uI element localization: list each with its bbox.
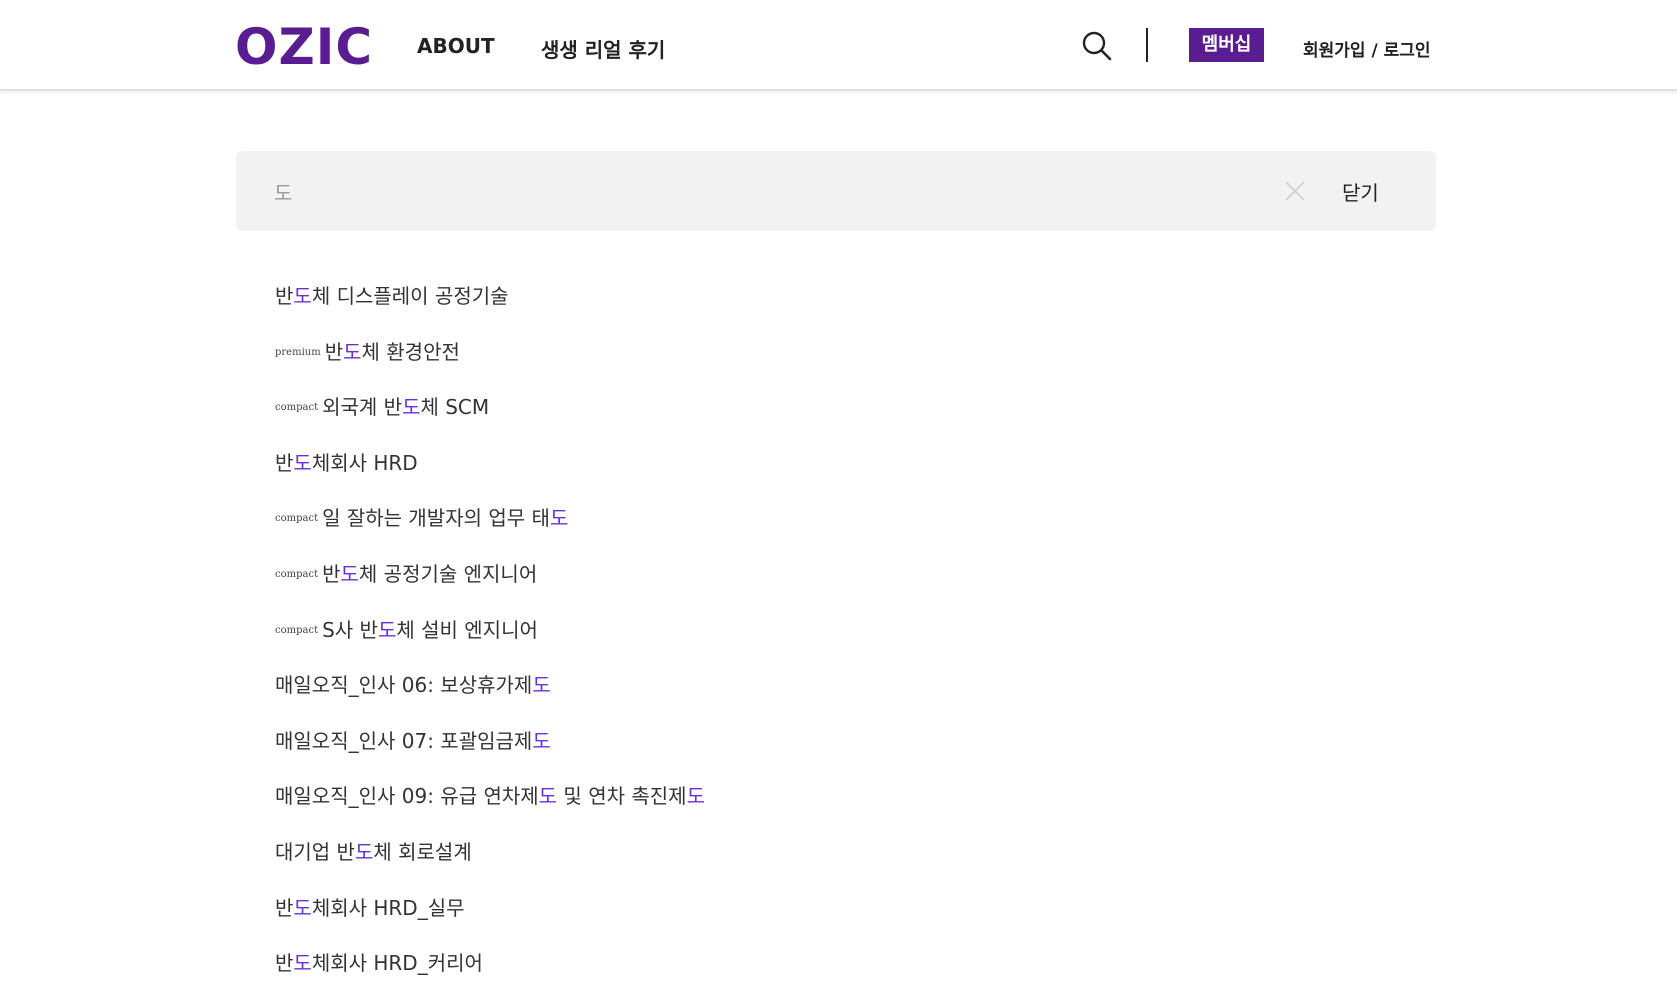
result-text: 반 — [275, 895, 294, 920]
result-highlight: 도 — [354, 839, 374, 864]
result-text: S사 반 — [322, 617, 378, 642]
search-result-item[interactable]: 매일오직_인사 06: 보상휴가제도 — [275, 667, 705, 723]
result-highlight: 도 — [538, 784, 558, 809]
search-result-item[interactable]: 대기업 반도체 회로설계 — [275, 834, 705, 890]
search-result-item[interactable]: compact 일 잘하는 개발자의 업무 태도 — [275, 500, 705, 556]
result-tag: premium — [275, 346, 321, 358]
search-result-item[interactable]: compact S사 반도체 설비 엔지니어 — [275, 612, 705, 668]
result-text: 일 잘하는 개발자의 업무 태 — [322, 506, 550, 531]
result-highlight: 도 — [686, 784, 705, 809]
search-result-item[interactable]: premium 반도체 환경안전 — [275, 334, 705, 390]
result-text: 체 SCM — [420, 395, 490, 420]
result-text: 체 회로설계 — [373, 839, 472, 864]
membership-button[interactable]: 멤버십 — [1189, 28, 1264, 62]
search-bar: 닫기 — [236, 151, 1436, 231]
result-highlight: 도 — [293, 284, 312, 308]
nav-about[interactable]: ABOUT — [417, 34, 495, 58]
result-highlight: 도 — [343, 339, 362, 364]
search-result-item[interactable]: 반도체회사 HRD — [275, 445, 705, 501]
result-text: 체 설비 엔지니어 — [396, 617, 538, 642]
search-result-item[interactable]: compact 반도체 공정기술 엔지니어 — [275, 556, 705, 612]
search-result-item[interactable]: 반도체회사 HRD_실무 — [275, 890, 705, 946]
search-result-item[interactable]: 반도체 디스플레이 공정기술 — [275, 278, 705, 334]
result-tag: compact — [275, 402, 319, 414]
result-text: 대기업 반 — [275, 839, 355, 864]
result-text: 반 — [324, 339, 344, 364]
result-text: 체 디스플레이 공정기술 — [311, 284, 509, 308]
result-text: 반 — [275, 450, 294, 475]
result-text: 체회사 HRD_커리어 — [311, 951, 483, 976]
signup-login-link[interactable]: 회원가입 / 로그인 — [1303, 36, 1431, 61]
result-highlight: 도 — [377, 617, 397, 642]
result-tag: compact — [275, 513, 319, 525]
result-text: 및 연차 촉진제 — [557, 784, 687, 809]
result-text: 반 — [322, 561, 341, 586]
result-text: 외국계 반 — [322, 395, 403, 420]
result-highlight: 도 — [340, 561, 359, 586]
result-text: 체 공정기술 엔지니어 — [358, 561, 538, 586]
result-highlight: 도 — [402, 395, 421, 420]
close-x-icon[interactable] — [1283, 179, 1307, 203]
search-result-item[interactable]: 반도체회사 HRD_커리어 — [275, 945, 705, 1001]
nav-reviews[interactable]: 생생 리얼 후기 — [541, 34, 665, 63]
search-result-item[interactable]: 매일오직_인사 09: 유급 연차제도 및 연차 촉진제도 — [275, 778, 705, 834]
result-text: 매일오직_인사 06: 보상휴가제 — [275, 673, 533, 698]
result-text: 체회사 HRD — [311, 450, 418, 475]
result-highlight: 도 — [293, 450, 312, 475]
result-highlight: 도 — [293, 951, 312, 976]
close-search-button[interactable]: 닫기 — [1342, 177, 1379, 206]
result-tag: compact — [275, 624, 319, 636]
ozic-logo[interactable]: OZIC — [235, 22, 373, 72]
result-text: 매일오직_인사 09: 유급 연차제 — [275, 784, 539, 809]
search-input[interactable] — [274, 171, 1274, 211]
site-header: OZIC ABOUT 생생 리얼 후기 멤버십 회원가입 / 로그인 — [0, 0, 1677, 90]
result-highlight: 도 — [532, 673, 551, 698]
result-text: 체회사 HRD_실무 — [311, 895, 465, 920]
search-result-item[interactable]: 매일오직_인사 07: 포괄임금제도 — [275, 723, 705, 779]
result-text: 반 — [275, 284, 294, 308]
result-text: 매일오직_인사 07: 포괄임금제 — [275, 728, 533, 753]
result-tag: compact — [275, 568, 319, 580]
result-text: 체 환경안전 — [361, 339, 460, 364]
result-text: 반 — [275, 951, 294, 976]
search-icon[interactable] — [1081, 30, 1113, 62]
search-results-list: 반도체 디스플레이 공정기술 premium 반도체 환경안전 compact 외국계 … — [275, 278, 705, 1001]
header-divider — [1146, 28, 1148, 62]
search-result-item[interactable]: compact 외국계 반도체 SCM — [275, 389, 705, 445]
result-highlight: 도 — [293, 895, 312, 920]
result-highlight: 도 — [532, 728, 551, 753]
result-highlight: 도 — [549, 506, 569, 531]
